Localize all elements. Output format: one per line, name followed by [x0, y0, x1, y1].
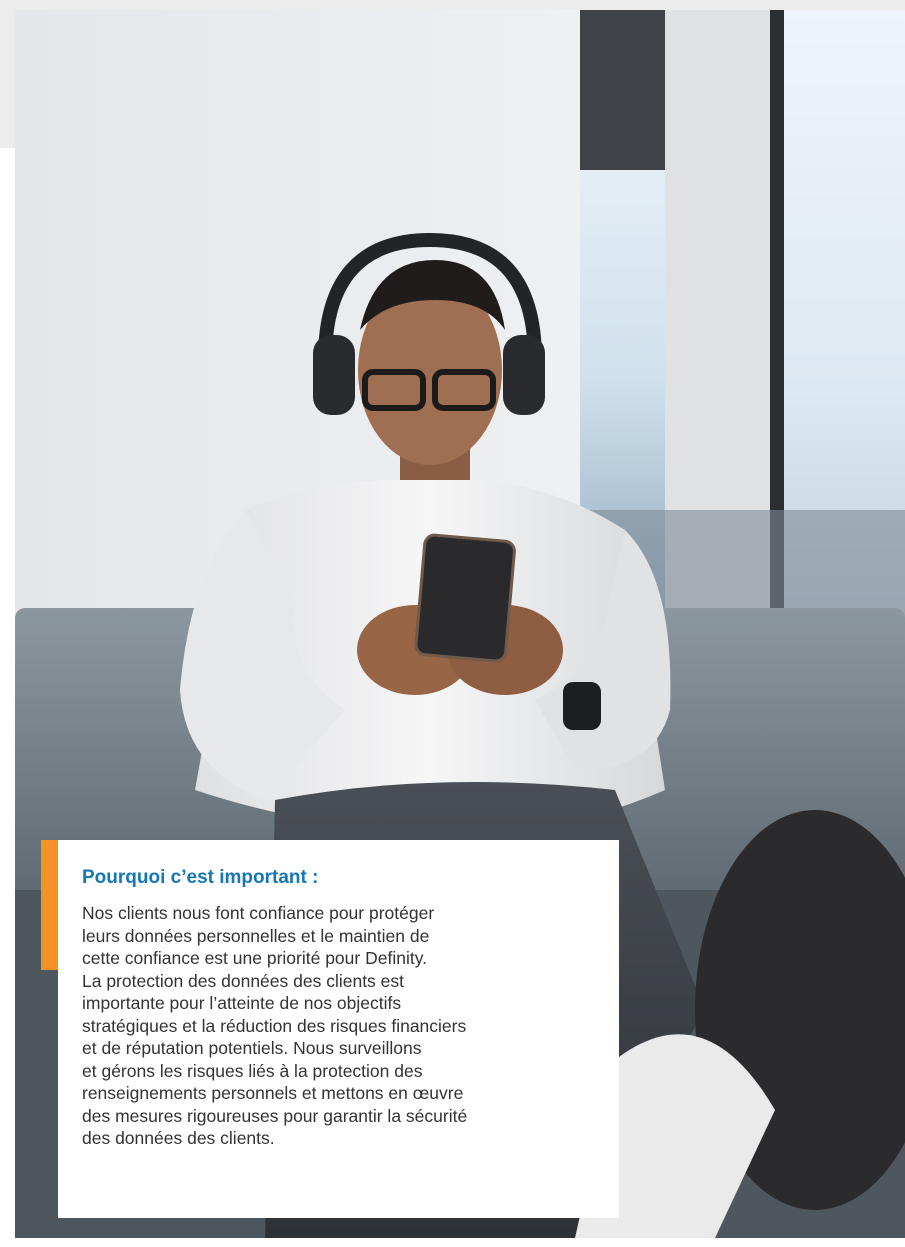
- callout-line: et de réputation potentiels. Nous survei…: [82, 1038, 422, 1058]
- callout-line: renseignements personnels et mettons en …: [82, 1083, 464, 1103]
- callout-accent-bar: [41, 840, 58, 970]
- callout-heading: Pourquoi c’est important :: [82, 867, 319, 888]
- callout-line: des mesures rigoureuses pour garantir la…: [82, 1105, 468, 1126]
- callout-line: Nos clients nous font confiance pour pro…: [82, 903, 435, 923]
- callout-line: et gérons les risques liés à la protecti…: [82, 1060, 423, 1081]
- callout-line: cette confiance est une priorité pour De…: [82, 948, 428, 968]
- callout-line: leurs données personnelles et le maintie…: [82, 925, 430, 946]
- callout-line: La protection des données des clients es…: [82, 970, 405, 991]
- callout-line: stratégiques et la réduction des risques…: [82, 1015, 467, 1036]
- callout-line: des données des clients.: [82, 1128, 275, 1148]
- callout-line: importante pour l’atteinte de nos object…: [82, 993, 402, 1013]
- callout-box: Pourquoi c’est important : Nos clients n…: [58, 840, 619, 1218]
- callout-body: Nos clients nous font confiance pour pro…: [82, 902, 595, 1150]
